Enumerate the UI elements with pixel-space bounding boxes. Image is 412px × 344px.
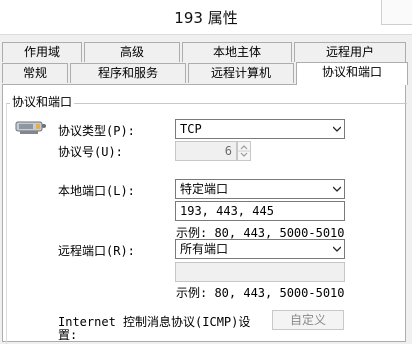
- network-adapter-icon: [15, 121, 46, 134]
- tab-programs-services[interactable]: 程序和服务: [70, 63, 186, 83]
- remote-port-input[interactable]: [175, 262, 345, 282]
- tab-remote-users[interactable]: 远程用户: [294, 42, 406, 62]
- protocol-type-dropdown[interactable]: TCP: [175, 119, 345, 139]
- spinner-arrows-icon: [238, 145, 250, 157]
- protocol-number-spinner[interactable]: [237, 141, 251, 161]
- tab-local-principals[interactable]: 本地主体: [182, 42, 292, 62]
- remote-port-value: 所有端口: [180, 242, 229, 256]
- tab-general[interactable]: 常规: [2, 63, 68, 83]
- local-port-value: 特定端口: [180, 182, 229, 196]
- close-button[interactable]: [381, 0, 412, 25]
- remote-port-label: 远程端口(R):: [58, 244, 135, 258]
- icmp-settings-label: Internet 控制消息协议(ICMP)设: [58, 315, 251, 329]
- chevron-down-icon: [333, 186, 341, 192]
- tab-advanced[interactable]: 高级: [84, 42, 180, 62]
- protocol-type-value: TCP: [180, 122, 202, 136]
- tab-protocols-ports[interactable]: 协议和端口: [296, 62, 408, 85]
- tab-remote-computers[interactable]: 远程计算机: [188, 63, 294, 83]
- protocol-number-field[interactable]: 6: [175, 141, 237, 161]
- group-title: 协议和端口: [10, 93, 75, 110]
- protocol-number-value: 6: [224, 144, 232, 158]
- remote-port-example: 示例: 80, 443, 5000-5010: [176, 286, 345, 300]
- icmp-settings-label-cont: 置:: [58, 328, 78, 342]
- chevron-down-icon: [333, 246, 341, 252]
- chevron-down-icon: [333, 126, 341, 132]
- window-title: 193 属性: [174, 9, 238, 27]
- customize-button[interactable]: 自定义: [272, 310, 344, 330]
- local-port-label: 本地端口(L):: [58, 184, 135, 198]
- tab-scope[interactable]: 作用域: [2, 42, 82, 62]
- protocol-type-label: 协议类型(P):: [58, 124, 135, 138]
- remote-port-dropdown[interactable]: 所有端口: [175, 239, 345, 259]
- title-bar: 193 属性: [0, 0, 412, 35]
- local-port-dropdown[interactable]: 特定端口: [175, 179, 345, 199]
- local-port-input[interactable]: 193, 443, 445: [175, 201, 345, 221]
- protocol-number-label: 协议号(U):: [58, 145, 123, 159]
